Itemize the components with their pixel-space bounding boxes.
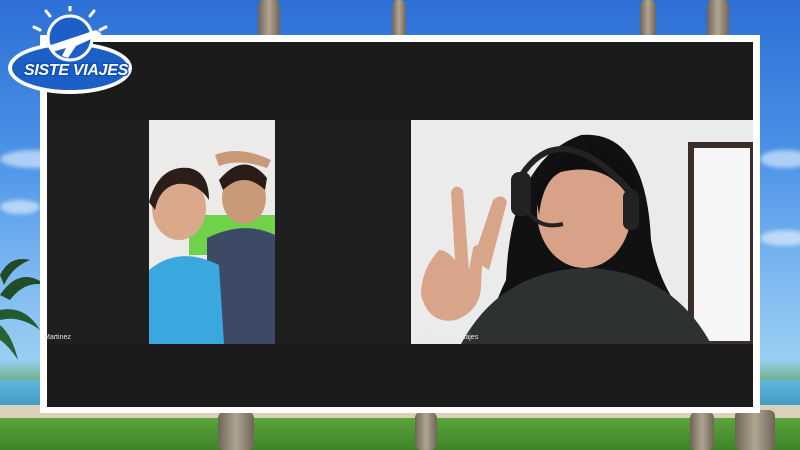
palm-trunk: [707, 0, 729, 38]
palm-trunk: [218, 412, 254, 450]
palm-trunk: [690, 412, 714, 450]
brand-name: SISTE VIAJES: [24, 62, 128, 79]
logo-sun-plane-icon: [8, 4, 132, 94]
participant-name-label: Martinez: [44, 334, 71, 341]
brand-logo: SISTE VIAJES: [6, 4, 134, 94]
palm-trunk: [392, 0, 406, 38]
participant-video-right: [411, 120, 753, 344]
participant-tile-right[interactable]: [411, 120, 753, 344]
participant-name-label: Katherine sisteviajes: [414, 334, 479, 341]
grass: [0, 418, 800, 450]
palm-trunk: [258, 0, 280, 40]
palm-trunk: [735, 410, 775, 450]
palm-trunk: [640, 0, 656, 38]
palm-trunk: [415, 412, 437, 450]
participant-video-left: [149, 120, 275, 344]
